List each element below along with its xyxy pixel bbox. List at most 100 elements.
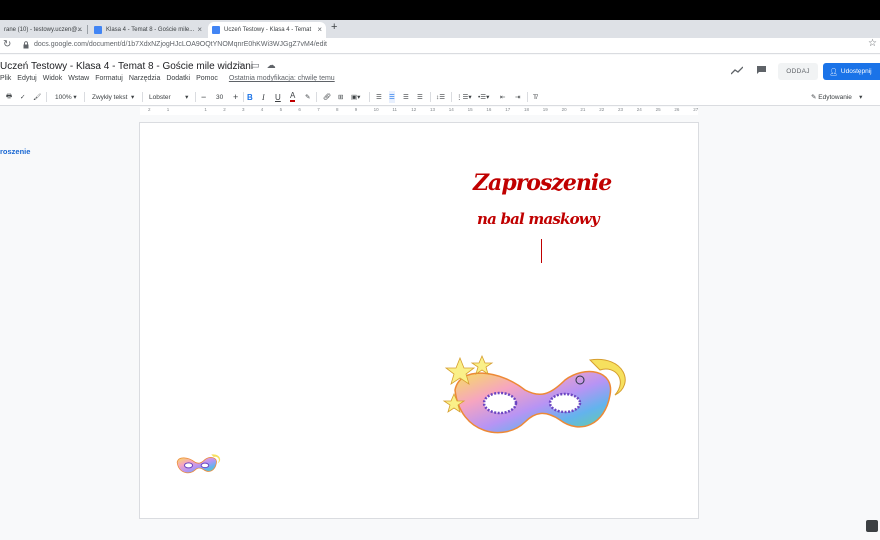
style-value: Zwykły tekst <box>92 93 128 101</box>
share-label: Udostępnij <box>840 68 872 75</box>
invitation-heading[interactable]: Zaproszenie <box>473 170 612 196</box>
font-value: Lobster <box>149 93 171 101</box>
toolbar-separator <box>46 92 47 102</box>
close-icon[interactable]: × <box>77 25 82 34</box>
menu-edit[interactable]: Edytuj <box>17 75 36 82</box>
last-modified-link[interactable]: Ostatnia modyfikacja: chwilę temu <box>229 75 335 82</box>
font-select[interactable]: Lobster ▾ <box>149 91 188 103</box>
ruler-tick: 7 <box>317 107 320 112</box>
docs-header: Uczeń Testowy - Klasa 4 - Temat 8 - Gośc… <box>0 55 880 88</box>
ruler-tick: 18 <box>524 107 530 112</box>
ruler-tick: 8 <box>336 107 339 112</box>
toolbar-separator <box>451 92 452 102</box>
style-select[interactable]: Zwykły tekst ▾ <box>92 91 134 103</box>
cloud-icon[interactable]: ☁ <box>267 60 276 71</box>
ruler-tick: 12 <box>411 107 417 112</box>
text-color-icon[interactable]: A <box>290 91 296 102</box>
oddaj-button[interactable]: ODDAJ <box>778 63 818 80</box>
menu-bar: Plik Edytuj Widok Wstaw Formatuj Narzędz… <box>0 75 335 82</box>
editing-label: Edytowanie <box>818 93 852 101</box>
editing-mode-select[interactable]: ✎ Edytowanie ▾ <box>811 91 862 103</box>
person-icon: 👤︎ <box>829 68 838 76</box>
bookmark-star-icon[interactable]: ☆ <box>868 38 877 49</box>
clear-formatting-icon[interactable]: T̸ <box>533 91 537 103</box>
increase-indent-icon[interactable]: ⇥ <box>515 91 520 103</box>
insert-image-icon[interactable]: ▣▾ <box>351 91 360 103</box>
menu-tools[interactable]: Narzędzia <box>129 75 161 82</box>
menu-view[interactable]: Widok <box>43 75 62 82</box>
link-icon[interactable]: 🔗︎ <box>323 91 331 103</box>
line-spacing-icon[interactable]: ↕☰ <box>436 91 445 103</box>
activity-trend-icon[interactable] <box>731 66 743 75</box>
toolbar-separator <box>142 92 143 102</box>
menu-help[interactable]: Pomoc <box>196 75 218 82</box>
carnival-mask-image[interactable] <box>440 350 635 445</box>
small-mask-image[interactable] <box>172 452 224 476</box>
ruler-tick: 5 <box>279 107 283 112</box>
reload-icon[interactable]: ↻ <box>3 39 11 50</box>
decrease-size-icon[interactable]: − <box>201 91 206 103</box>
zoom-select[interactable]: 100% ▾ <box>55 91 77 103</box>
ruler-tick: 25 <box>655 107 661 112</box>
tab-3-label: Uczeń Testowy - Klasa 4 - Temat <box>224 27 312 33</box>
close-icon[interactable]: × <box>317 25 322 34</box>
horizontal-ruler[interactable]: 2 1 1 2 3 4 5 6 7 8 9 10 11 12 13 14 15 16 17 18 19 20 21 22 23 2… <box>140 107 698 115</box>
new-tab-icon[interactable]: + <box>331 21 337 33</box>
ruler-tick: 1 <box>166 107 170 112</box>
ruler-tick: 23 <box>618 107 624 112</box>
toolbar-separator <box>430 92 431 102</box>
font-size-field[interactable]: 30 <box>216 91 223 103</box>
align-left-icon[interactable]: ☰ <box>376 91 382 103</box>
menu-insert[interactable]: Wstaw <box>68 75 89 82</box>
bold-icon[interactable]: B <box>247 91 253 103</box>
ruler-tick: 6 <box>298 107 301 112</box>
url-text[interactable]: docs.google.com/document/d/1b7XdxNZjogHJ… <box>34 41 327 48</box>
screen-top-bar <box>0 0 880 20</box>
print-icon[interactable]: 🖶︎ <box>6 91 12 103</box>
highlight-icon[interactable]: ✎ <box>305 91 310 103</box>
close-icon[interactable]: × <box>197 25 202 34</box>
bulleted-list-icon[interactable]: •☰▾ <box>478 91 489 103</box>
browser-tab-3-active[interactable]: Uczeń Testowy - Klasa 4 - Temat × <box>208 22 326 38</box>
docs-icon <box>212 26 220 34</box>
menu-file[interactable]: Plik <box>0 75 11 82</box>
menu-addons[interactable]: Dodatki <box>166 75 190 82</box>
toolbar-separator <box>84 92 85 102</box>
comment-icon[interactable] <box>756 65 767 75</box>
ruler-tick: 3 <box>242 107 245 112</box>
paint-format-icon[interactable]: 🖌︎ <box>33 91 41 103</box>
ruler-tick: 14 <box>448 107 454 112</box>
ruler-tick: 10 <box>373 107 379 112</box>
underline-icon[interactable]: U <box>275 91 281 103</box>
browser-tab-1[interactable]: rane (10) - testowy.uczen@... × <box>0 22 86 38</box>
toolbar-separator <box>243 92 244 102</box>
italic-icon[interactable]: I <box>262 91 265 103</box>
menu-format[interactable]: Formatuj <box>95 75 123 82</box>
formatting-toolbar: 🖶︎ ✓ 🖌︎ 100% ▾ Zwykły tekst ▾ Lobster ▾ … <box>0 88 880 106</box>
toolbar-separator <box>316 92 317 102</box>
document-title[interactable]: Uczeń Testowy - Klasa 4 - Temat 8 - Gośc… <box>0 61 253 72</box>
folder-icon[interactable]: ▭ <box>251 60 260 71</box>
ruler-tick: 19 <box>542 107 548 112</box>
align-right-icon[interactable]: ☰ <box>403 91 409 103</box>
spellcheck-icon[interactable]: ✓ <box>20 91 25 103</box>
ruler-tick: 27 <box>693 107 699 112</box>
add-comment-icon[interactable]: ⊞ <box>338 91 343 103</box>
numbered-list-icon[interactable]: ⋮☰▾ <box>456 91 472 103</box>
invitation-subheading[interactable]: na bal maskowy <box>477 210 600 228</box>
align-justify-icon[interactable]: ☰ <box>417 91 423 103</box>
increase-size-icon[interactable]: + <box>233 91 238 103</box>
ruler-tick: 4 <box>260 107 264 112</box>
ruler-tick: 21 <box>580 107 586 112</box>
browser-tab-strip: rane (10) - testowy.uczen@... × Klasa 4 … <box>0 20 880 38</box>
share-button[interactable]: 👤︎ Udostępnij <box>823 63 880 80</box>
star-icon[interactable]: ☆ <box>236 60 244 71</box>
browser-tab-2[interactable]: Klasa 4 - Temat 8 - Goście mile... × <box>90 22 206 38</box>
ruler-tick: 2 <box>148 107 151 112</box>
tab-2-label: Klasa 4 - Temat 8 - Goście mile... <box>106 27 195 33</box>
toolbar-separator <box>527 92 528 102</box>
explore-button[interactable] <box>866 520 878 532</box>
align-center-icon[interactable]: ☰ <box>389 91 395 103</box>
outline-heading-item[interactable]: roszenie <box>0 147 30 156</box>
decrease-indent-icon[interactable]: ⇤ <box>500 91 505 103</box>
